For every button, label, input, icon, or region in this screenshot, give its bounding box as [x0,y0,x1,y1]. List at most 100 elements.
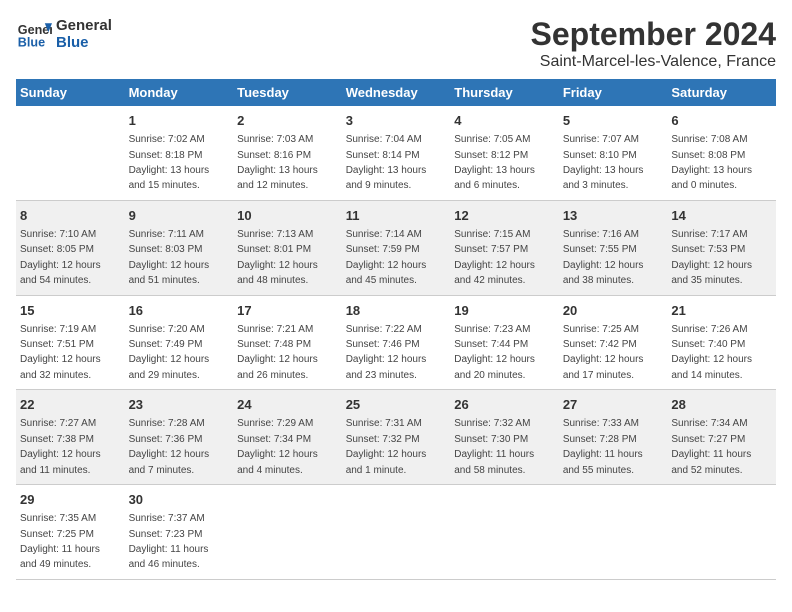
day-number: 20 [563,302,664,320]
day-number: 5 [563,112,664,130]
day-info: Sunrise: 7:23 AM Sunset: 7:44 PM Dayligh… [454,324,535,381]
calendar-cell: 11 Sunrise: 7:14 AM Sunset: 7:59 PM Dayli… [342,200,451,295]
week-row-1: 1Sunrise: 7:02 AM Sunset: 8:18 PM Daylig… [16,106,776,200]
calendar-cell: 30 Sunrise: 7:37 AM Sunset: 7:23 PM Dayli… [125,485,234,580]
calendar-cell: 18Sunrise: 7:22 AM Sunset: 7:46 PM Dayli… [342,295,451,390]
day-number: 22 [20,396,121,414]
day-number: 26 [454,396,555,414]
col-header-friday: Friday [559,79,668,106]
day-number: 25 [346,396,447,414]
col-header-wednesday: Wednesday [342,79,451,106]
calendar-cell: 27 Sunrise: 7:33 AM Sunset: 7:28 PM Dayli… [559,390,668,485]
day-info: Sunrise: 7:11 AM Sunset: 8:03 PM Dayligh… [129,229,210,286]
logo-blue: Blue [56,34,112,51]
day-number: 18 [346,302,447,320]
day-number: 9 [129,207,230,225]
calendar-cell: 26 Sunrise: 7:32 AM Sunset: 7:30 PM Dayli… [450,390,559,485]
day-info: Sunrise: 7:15 AM Sunset: 7:57 PM Dayligh… [454,229,535,286]
title-block: September 2024 Saint-Marcel-les-Valence,… [531,16,776,71]
calendar-cell: 29 Sunrise: 7:35 AM Sunset: 7:25 PM Dayli… [16,485,125,580]
day-info: Sunrise: 7:31 AM Sunset: 7:32 PM Dayligh… [346,418,427,475]
calendar-cell: 28 Sunrise: 7:34 AM Sunset: 7:27 PM Dayli… [667,390,776,485]
calendar-cell: 8 Sunrise: 7:10 AM Sunset: 8:05 PM Daylig… [16,200,125,295]
day-info: Sunrise: 7:37 AM Sunset: 7:23 PM Dayligh… [129,513,209,570]
day-info: Sunrise: 7:21 AM Sunset: 7:48 PM Dayligh… [237,324,318,381]
day-info: Sunrise: 7:13 AM Sunset: 8:01 PM Dayligh… [237,229,318,286]
day-info: Sunrise: 7:10 AM Sunset: 8:05 PM Dayligh… [20,229,101,286]
calendar-cell: 2Sunrise: 7:03 AM Sunset: 8:16 PM Daylig… [233,106,342,200]
day-number: 3 [346,112,447,130]
calendar-cell: 9 Sunrise: 7:11 AM Sunset: 8:03 PM Daylig… [125,200,234,295]
page-title: September 2024 [531,16,776,53]
week-row-2: 8 Sunrise: 7:10 AM Sunset: 8:05 PM Daylig… [16,200,776,295]
day-info: Sunrise: 7:32 AM Sunset: 7:30 PM Dayligh… [454,418,534,475]
day-number: 24 [237,396,338,414]
day-info: Sunrise: 7:05 AM Sunset: 8:12 PM Dayligh… [454,134,535,191]
calendar-cell [16,106,125,200]
calendar-cell: 5 Sunrise: 7:07 AM Sunset: 8:10 PM Daylig… [559,106,668,200]
day-info: Sunrise: 7:26 AM Sunset: 7:40 PM Dayligh… [671,324,752,381]
day-info: Sunrise: 7:34 AM Sunset: 7:27 PM Dayligh… [671,418,751,475]
calendar-cell: 16Sunrise: 7:20 AM Sunset: 7:49 PM Dayli… [125,295,234,390]
logo: General Blue General Blue [16,16,112,52]
calendar-header-row: SundayMondayTuesdayWednesdayThursdayFrid… [16,79,776,106]
day-info: Sunrise: 7:19 AM Sunset: 7:51 PM Dayligh… [20,324,101,381]
calendar-cell: 20 Sunrise: 7:25 AM Sunset: 7:42 PM Dayli… [559,295,668,390]
day-info: Sunrise: 7:25 AM Sunset: 7:42 PM Dayligh… [563,324,644,381]
calendar-cell: 13Sunrise: 7:16 AM Sunset: 7:55 PM Dayli… [559,200,668,295]
day-info: Sunrise: 7:17 AM Sunset: 7:53 PM Dayligh… [671,229,752,286]
week-row-5: 29 Sunrise: 7:35 AM Sunset: 7:25 PM Dayli… [16,485,776,580]
day-info: Sunrise: 7:33 AM Sunset: 7:28 PM Dayligh… [563,418,643,475]
calendar-cell: 21Sunrise: 7:26 AM Sunset: 7:40 PM Dayli… [667,295,776,390]
calendar-cell: 14 Sunrise: 7:17 AM Sunset: 7:53 PM Dayli… [667,200,776,295]
day-number: 15 [20,302,121,320]
day-number: 19 [454,302,555,320]
day-number: 17 [237,302,338,320]
logo-icon: General Blue [16,16,52,52]
day-number: 2 [237,112,338,130]
page-subtitle: Saint-Marcel-les-Valence, France [531,53,776,71]
calendar-cell [342,485,451,580]
day-number: 13 [563,207,664,225]
day-number: 23 [129,396,230,414]
day-info: Sunrise: 7:27 AM Sunset: 7:38 PM Dayligh… [20,418,101,475]
day-number: 4 [454,112,555,130]
calendar-cell [667,485,776,580]
calendar-cell: 3 Sunrise: 7:04 AM Sunset: 8:14 PM Daylig… [342,106,451,200]
day-info: Sunrise: 7:08 AM Sunset: 8:08 PM Dayligh… [671,134,752,191]
calendar-cell: 25 Sunrise: 7:31 AM Sunset: 7:32 PM Dayli… [342,390,451,485]
day-info: Sunrise: 7:07 AM Sunset: 8:10 PM Dayligh… [563,134,644,191]
col-header-tuesday: Tuesday [233,79,342,106]
day-info: Sunrise: 7:29 AM Sunset: 7:34 PM Dayligh… [237,418,318,475]
col-header-sunday: Sunday [16,79,125,106]
day-info: Sunrise: 7:04 AM Sunset: 8:14 PM Dayligh… [346,134,427,191]
day-number: 8 [20,207,121,225]
calendar-cell: 24 Sunrise: 7:29 AM Sunset: 7:34 PM Dayli… [233,390,342,485]
col-header-thursday: Thursday [450,79,559,106]
calendar-cell [559,485,668,580]
day-number: 11 [346,207,447,225]
calendar-cell: 22 Sunrise: 7:27 AM Sunset: 7:38 PM Dayli… [16,390,125,485]
week-row-4: 22 Sunrise: 7:27 AM Sunset: 7:38 PM Dayli… [16,390,776,485]
day-number: 14 [671,207,772,225]
calendar-cell: 4 Sunrise: 7:05 AM Sunset: 8:12 PM Daylig… [450,106,559,200]
logo-general: General [56,17,112,34]
day-info: Sunrise: 7:35 AM Sunset: 7:25 PM Dayligh… [20,513,100,570]
day-number: 12 [454,207,555,225]
page-header: General Blue General Blue September 2024… [16,16,776,71]
col-header-monday: Monday [125,79,234,106]
calendar-cell: 12 Sunrise: 7:15 AM Sunset: 7:57 PM Dayli… [450,200,559,295]
calendar-cell: 10 Sunrise: 7:13 AM Sunset: 8:01 PM Dayli… [233,200,342,295]
day-number: 10 [237,207,338,225]
day-number: 30 [129,491,230,509]
svg-text:Blue: Blue [18,36,45,50]
week-row-3: 15 Sunrise: 7:19 AM Sunset: 7:51 PM Dayli… [16,295,776,390]
day-info: Sunrise: 7:14 AM Sunset: 7:59 PM Dayligh… [346,229,427,286]
day-number: 27 [563,396,664,414]
calendar-cell [233,485,342,580]
calendar-cell: 17 Sunrise: 7:21 AM Sunset: 7:48 PM Dayli… [233,295,342,390]
day-number: 29 [20,491,121,509]
day-info: Sunrise: 7:20 AM Sunset: 7:49 PM Dayligh… [129,324,210,381]
day-number: 28 [671,396,772,414]
day-info: Sunrise: 7:28 AM Sunset: 7:36 PM Dayligh… [129,418,210,475]
